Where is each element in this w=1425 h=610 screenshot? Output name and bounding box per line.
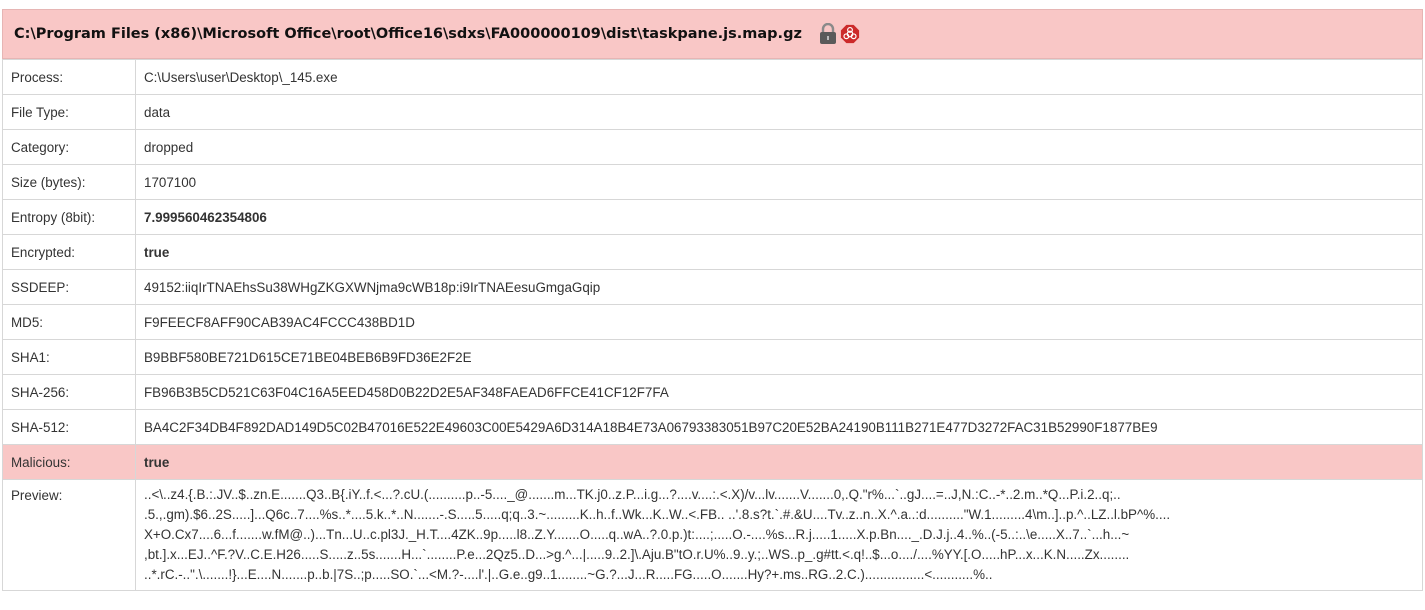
ssdeep-label: SSDEEP: xyxy=(2,269,136,305)
entropy-label: Entropy (8bit): xyxy=(2,199,136,235)
sha256-label: SHA-256: xyxy=(2,374,136,410)
entropy-value: 7.999560462354806 xyxy=(135,199,1423,235)
file-details-panel: C:\Program Files (x86)\Microsoft Office\… xyxy=(2,9,1423,591)
table-row: SSDEEP: 49152:iiqIrTNAEhsSu38WHgZKGXWNjm… xyxy=(2,269,1423,305)
encrypted-label: Encrypted: xyxy=(2,234,136,270)
category-value: dropped xyxy=(135,129,1423,165)
table-row: SHA-256: FB96B3B5CD521C63F04C16A5EED458D… xyxy=(2,374,1423,410)
preview-line: ..*.rC.-..".\.......!}...E....N.......p.… xyxy=(144,567,993,582)
biohazard-icon xyxy=(840,24,859,44)
preview-line: .5.,.gm).$6..2S.....]...Q6c..7....%s..*.… xyxy=(144,507,1171,522)
malicious-label: Malicious: xyxy=(2,444,136,480)
preview-label: Preview: xyxy=(2,479,136,591)
file-header: C:\Program Files (x86)\Microsoft Office\… xyxy=(2,9,1423,59)
size-value: 1707100 xyxy=(135,164,1423,200)
preview-value: ..<\..z4.{.B.:.JV..$..zn.E.......Q3..B{.… xyxy=(135,479,1423,591)
table-row: SHA-512: BA4C2F34DB4F892DAD149D5C02B4701… xyxy=(2,409,1423,445)
sha512-label: SHA-512: xyxy=(2,409,136,445)
table-row: Size (bytes): 1707100 xyxy=(2,164,1423,200)
table-row: Category: dropped xyxy=(2,129,1423,165)
table-row: MD5: F9FEECF8AFF90CAB39AC4FCCC438BD1D xyxy=(2,304,1423,340)
table-row: SHA1: B9BBF580BE721D615CE71BE04BEB6B9FD3… xyxy=(2,339,1423,375)
sha512-value: BA4C2F34DB4F892DAD149D5C02B47016E522E496… xyxy=(135,409,1423,445)
file-type-value: data xyxy=(135,94,1423,130)
file-path-title: C:\Program Files (x86)\Microsoft Office\… xyxy=(14,26,802,42)
table-row: Preview: ..<\..z4.{.B.:.JV..$..zn.E.....… xyxy=(2,479,1423,591)
table-row: Process: C:\Users\user\Desktop\_145.exe xyxy=(2,59,1423,95)
lock-icon xyxy=(819,23,836,44)
preview-line: X+O.Cx7....6...f.......w.fM@..)...Tn...U… xyxy=(144,527,1130,542)
malicious-value: true xyxy=(135,444,1423,480)
size-label: Size (bytes): xyxy=(2,164,136,200)
file-type-label: File Type: xyxy=(2,94,136,130)
process-value: C:\Users\user\Desktop\_145.exe xyxy=(135,59,1423,95)
preview-line: ..<\..z4.{.B.:.JV..$..zn.E.......Q3..B{.… xyxy=(144,487,1121,502)
table-row: Malicious: true xyxy=(2,444,1423,480)
process-label: Process: xyxy=(2,59,136,95)
preview-line: ,bt.].x...EJ..^F.?V..C.E.H26.....S.....z… xyxy=(144,547,1130,562)
sha1-value: B9BBF580BE721D615CE71BE04BEB6B9FD36E2F2E xyxy=(135,339,1423,375)
table-row: Encrypted: true xyxy=(2,234,1423,270)
category-label: Category: xyxy=(2,129,136,165)
table-row: Entropy (8bit): 7.999560462354806 xyxy=(2,199,1423,235)
ssdeep-value: 49152:iiqIrTNAEhsSu38WHgZKGXWNjma9cWB18p… xyxy=(135,269,1423,305)
encrypted-value: true xyxy=(135,234,1423,270)
sha256-value: FB96B3B5CD521C63F04C16A5EED458D0B22D2E5A… xyxy=(135,374,1423,410)
md5-value: F9FEECF8AFF90CAB39AC4FCCC438BD1D xyxy=(135,304,1423,340)
file-info-table: Process: C:\Users\user\Desktop\_145.exe … xyxy=(2,59,1423,591)
sha1-label: SHA1: xyxy=(2,339,136,375)
md5-label: MD5: xyxy=(2,304,136,340)
status-icons xyxy=(818,23,860,45)
table-row: File Type: data xyxy=(2,94,1423,130)
